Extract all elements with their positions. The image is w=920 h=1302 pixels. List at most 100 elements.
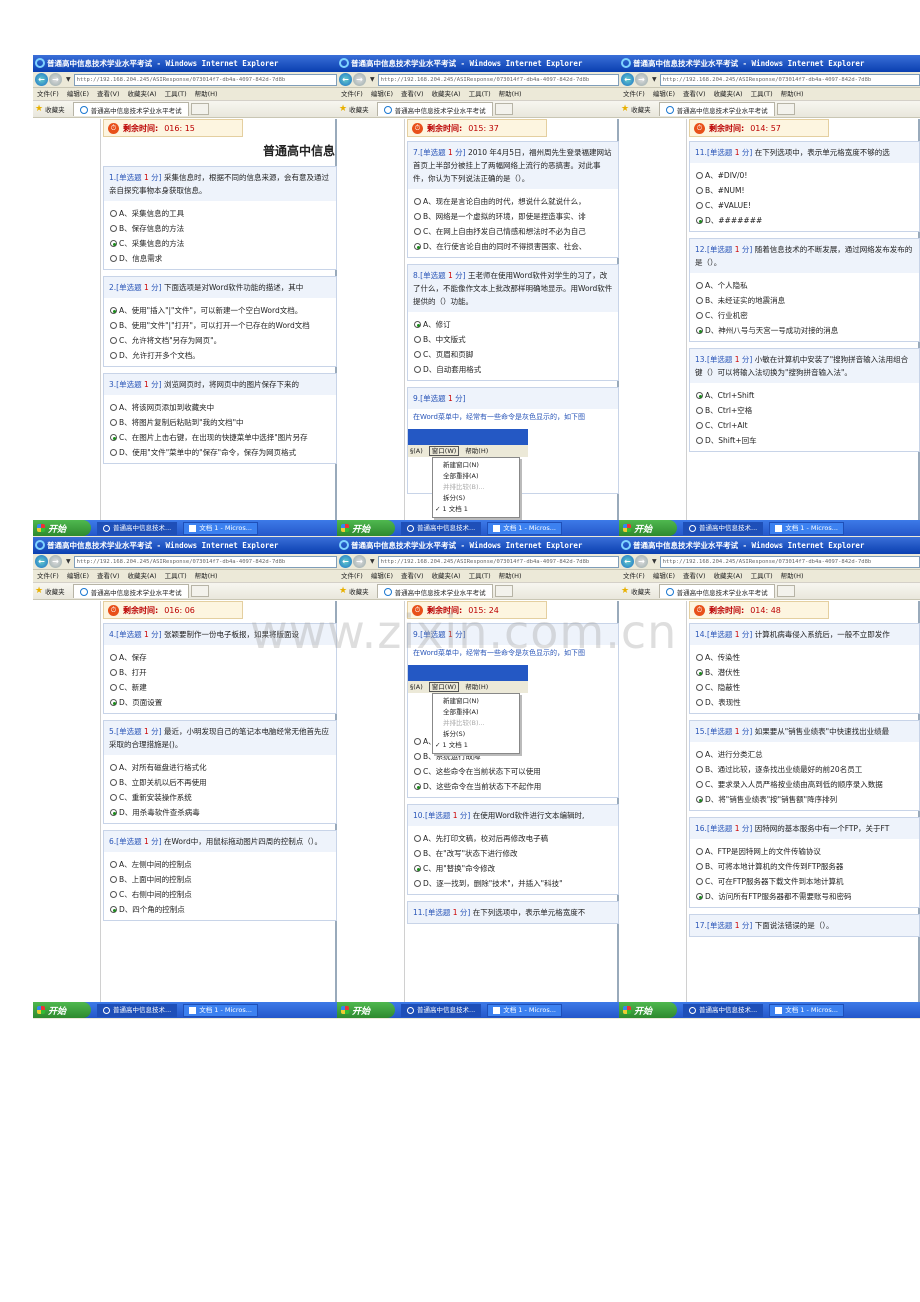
menu-item[interactable]: 查看(V) xyxy=(97,572,120,580)
answer-option[interactable]: B、中文版式 xyxy=(414,332,612,347)
radio-button[interactable] xyxy=(110,404,117,411)
answer-option[interactable]: B、打开 xyxy=(110,665,330,680)
radio-button[interactable] xyxy=(414,336,421,343)
menu-item[interactable]: 工具(T) xyxy=(469,572,491,580)
radio-button[interactable] xyxy=(696,172,703,179)
menu-item[interactable]: 文件(F) xyxy=(623,572,645,580)
back-arrow-icon[interactable]: ← xyxy=(339,73,352,86)
answer-option[interactable]: A、传染性 xyxy=(696,650,913,665)
answer-option[interactable]: C、页眉和页脚 xyxy=(414,347,612,362)
radio-button[interactable] xyxy=(110,240,117,247)
new-tab-button[interactable] xyxy=(494,585,513,597)
answer-option[interactable]: D、表现性 xyxy=(696,695,913,710)
menu-item[interactable]: 工具(T) xyxy=(751,90,773,98)
radio-button[interactable] xyxy=(110,255,117,262)
radio-button[interactable] xyxy=(110,225,117,232)
answer-option[interactable]: C、Ctrl+Alt xyxy=(696,418,913,433)
answer-option[interactable]: A、个人隐私 xyxy=(696,278,913,293)
radio-button[interactable] xyxy=(110,684,117,691)
answer-option[interactable]: B、Ctrl+空格 xyxy=(696,403,913,418)
browser-tab[interactable]: 普通高中信息技术学业水平考试 xyxy=(376,584,493,598)
radio-button[interactable] xyxy=(696,751,703,758)
new-tab-button[interactable] xyxy=(190,103,209,115)
radio-button[interactable] xyxy=(696,312,703,319)
menu-item[interactable]: 帮助(H) xyxy=(499,90,522,98)
back-arrow-icon[interactable]: ← xyxy=(35,73,48,86)
forward-arrow-icon[interactable]: → xyxy=(49,555,62,568)
taskbar-item[interactable]: 普通高中信息技术... xyxy=(401,521,482,535)
answer-option[interactable]: C、新建 xyxy=(110,680,330,695)
radio-button[interactable] xyxy=(110,449,117,456)
favorites-star-icon[interactable]: ★ xyxy=(621,104,629,114)
url-field[interactable]: http://192.168.204.245/ASIResponse/07301… xyxy=(377,555,619,568)
url-field[interactable]: http://192.168.204.245/ASIResponse/07301… xyxy=(659,73,920,86)
answer-option[interactable]: A、FTP是因特网上的文件传输协议 xyxy=(696,844,913,859)
start-button[interactable]: 开始 xyxy=(337,520,395,536)
answer-option[interactable]: D、逐一找到，删除"技术"，并插入"科技" xyxy=(414,876,612,891)
favorites-button[interactable]: 收藏夹 xyxy=(45,586,65,596)
radio-button[interactable] xyxy=(110,434,117,441)
menu-item[interactable]: 查看(V) xyxy=(683,90,706,98)
answer-option[interactable]: A、Ctrl+Shift xyxy=(696,388,913,403)
radio-button[interactable] xyxy=(110,669,117,676)
menu-item[interactable]: 文件(F) xyxy=(37,90,59,98)
start-button[interactable]: 开始 xyxy=(619,1002,677,1018)
radio-button[interactable] xyxy=(696,392,703,399)
answer-option[interactable]: C、隐蔽性 xyxy=(696,680,913,695)
radio-button[interactable] xyxy=(414,753,421,760)
answer-option[interactable]: A、先打印文稿，校对后再修改电子稿 xyxy=(414,831,612,846)
answer-option[interactable]: C、在图片上击右键，在出现的快捷菜单中选择"图片另存 xyxy=(110,430,330,445)
start-button[interactable]: 开始 xyxy=(337,1002,395,1018)
radio-button[interactable] xyxy=(696,781,703,788)
radio-button[interactable] xyxy=(414,198,421,205)
chevron-down-icon[interactable]: ▼ xyxy=(652,76,657,83)
answer-option[interactable]: B、通过比较，逐条找出业绩最好的前20名员工 xyxy=(696,762,913,777)
answer-option[interactable]: C、允许将文档"另存为网页"。 xyxy=(110,333,330,348)
taskbar-item[interactable]: 文档 1 - Micros... xyxy=(769,1003,844,1017)
url-field[interactable]: http://192.168.204.245/ASIResponse/07301… xyxy=(659,555,920,568)
new-tab-button[interactable] xyxy=(494,103,513,115)
browser-tab[interactable]: 普通高中信息技术学业水平考试 xyxy=(376,102,493,116)
answer-option[interactable]: A、现在是言论自由的时代，想说什么就说什么， xyxy=(414,194,612,209)
answer-option[interactable]: D、神州八号与天宫一号成功对接的消息 xyxy=(696,323,913,338)
answer-option[interactable]: B、可将本地计算机的文件传到FTP服务器 xyxy=(696,859,913,874)
radio-button[interactable] xyxy=(696,878,703,885)
answer-option[interactable]: C、用"替换"命令修改 xyxy=(414,861,612,876)
taskbar-item[interactable]: 文档 1 - Micros... xyxy=(769,521,844,535)
answer-option[interactable]: D、页面设置 xyxy=(110,695,330,710)
radio-button[interactable] xyxy=(414,366,421,373)
answer-option[interactable]: B、#NUM! xyxy=(696,183,913,198)
radio-button[interactable] xyxy=(110,352,117,359)
answer-option[interactable]: A、采集信息的工具 xyxy=(110,206,330,221)
chevron-down-icon[interactable]: ▼ xyxy=(66,558,71,565)
answer-option[interactable]: B、立即关机以后不再使用 xyxy=(110,775,330,790)
radio-button[interactable] xyxy=(696,327,703,334)
url-field[interactable]: http://192.168.204.245/ASIResponse/07301… xyxy=(73,73,337,86)
back-arrow-icon[interactable]: ← xyxy=(35,555,48,568)
radio-button[interactable] xyxy=(414,321,421,328)
radio-button[interactable] xyxy=(110,809,117,816)
answer-option[interactable]: C、在网上自由抒发自己情感和想法时不必为自己 xyxy=(414,224,612,239)
menu-item[interactable]: 收藏夹(A) xyxy=(128,572,157,580)
radio-button[interactable] xyxy=(414,228,421,235)
favorites-button[interactable]: 收藏夹 xyxy=(631,586,651,596)
radio-button[interactable] xyxy=(696,699,703,706)
radio-button[interactable] xyxy=(696,282,703,289)
menu-item[interactable]: 工具(T) xyxy=(469,90,491,98)
menu-item[interactable]: 帮助(H) xyxy=(499,572,522,580)
answer-option[interactable]: A、进行分类汇总 xyxy=(696,747,913,762)
url-field[interactable]: http://192.168.204.245/ASIResponse/07301… xyxy=(73,555,337,568)
answer-option[interactable]: D、Shift+回车 xyxy=(696,433,913,448)
radio-button[interactable] xyxy=(696,297,703,304)
taskbar-item[interactable]: 文档 1 - Micros... xyxy=(487,521,562,535)
answer-option[interactable]: D、访问所有FTP服务器都不需要账号和密码 xyxy=(696,889,913,904)
radio-button[interactable] xyxy=(110,861,117,868)
favorites-star-icon[interactable]: ★ xyxy=(339,586,347,596)
answer-option[interactable]: C、要求录入人员严格按业绩由高到低的顺序录入数据 xyxy=(696,777,913,792)
radio-button[interactable] xyxy=(696,684,703,691)
answer-option[interactable]: B、上面中间的控制点 xyxy=(110,872,330,887)
favorites-star-icon[interactable]: ★ xyxy=(621,586,629,596)
answer-option[interactable]: D、将"销售业绩表"按"销售额"降序排列 xyxy=(696,792,913,807)
menu-item[interactable]: 编辑(E) xyxy=(653,90,675,98)
start-button[interactable]: 开始 xyxy=(33,520,91,536)
